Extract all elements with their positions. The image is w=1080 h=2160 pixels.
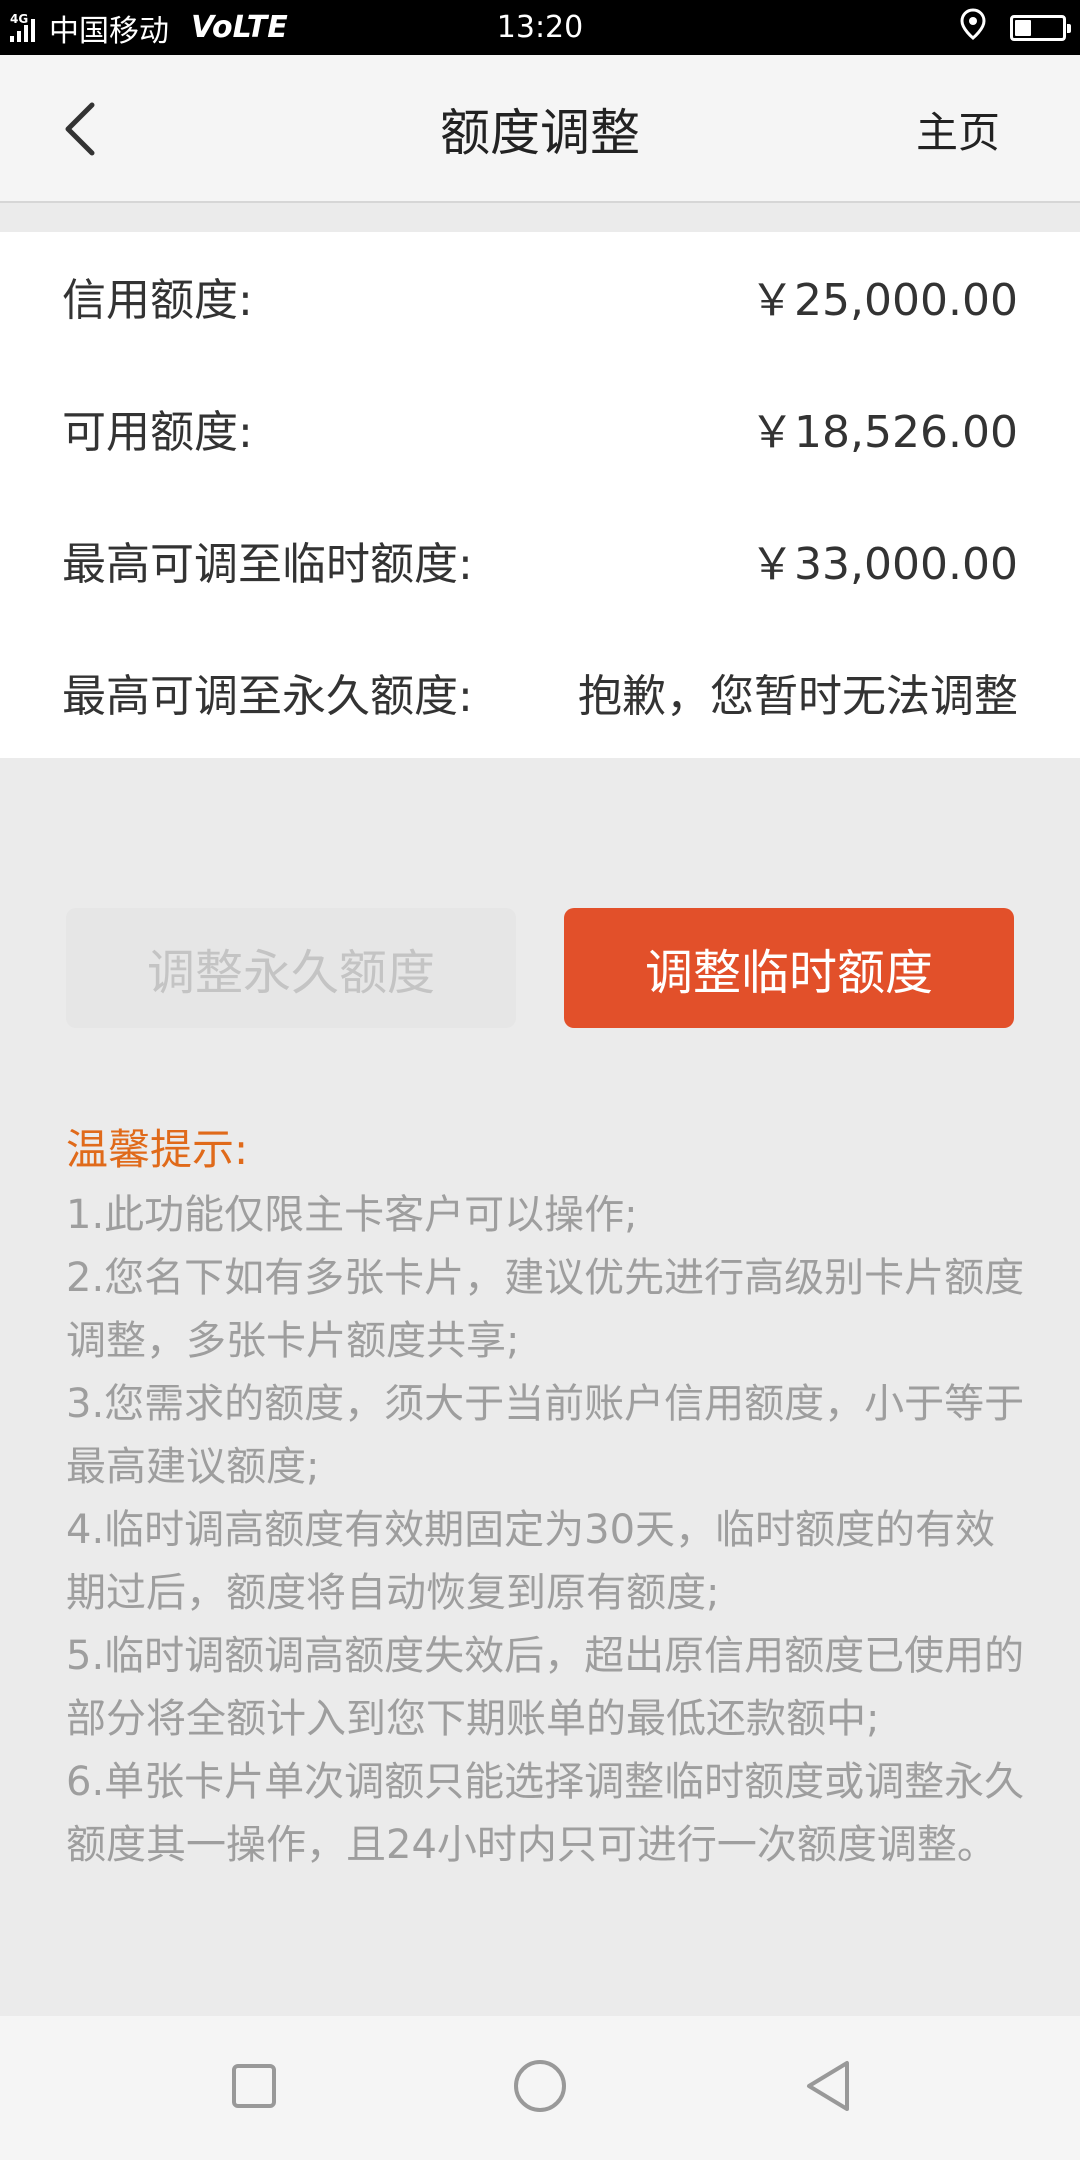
tips-section: 温馨提示: 1.此功能仅限主卡客户可以操作; 2.您名下如有多张卡片，建议优先进… <box>66 1120 1026 1877</box>
title-bar: 额度调整 主页 <box>0 55 1080 203</box>
max-temporary-limit-label: 最高可调至临时额度: <box>62 539 473 590</box>
back-triangle-icon <box>803 2059 853 2117</box>
available-limit-label: 可用额度: <box>62 407 253 458</box>
system-nav-bar <box>0 2016 1080 2160</box>
recent-apps-icon <box>230 2062 278 2114</box>
recent-apps-button[interactable] <box>214 2048 294 2128</box>
home-circle-icon <box>512 2058 568 2118</box>
tip-item: 4.临时调高额度有效期固定为30天，临时额度的有效期过后，额度将自动恢复到原有额… <box>66 1507 996 1616</box>
home-button[interactable]: 主页 <box>916 55 1000 203</box>
credit-limit-value: ￥25,000.00 <box>750 275 1018 326</box>
available-limit-row: 可用额度: ￥18,526.00 <box>62 398 1018 458</box>
credit-limit-row: 信用额度: ￥25,000.00 <box>62 266 1018 326</box>
home-nav-button[interactable] <box>500 2048 580 2128</box>
battery-icon <box>1010 14 1071 41</box>
tip-item: 5.临时调额调高额度失效后，超出原信用额度已使用的部分将全额计入到您下期账单的最… <box>66 1633 1025 1742</box>
tip-item: 3.您需求的额度，须大于当前账户信用额度，小于等于最高建议额度; <box>66 1381 1025 1490</box>
signal-icon: 4G <box>10 11 35 42</box>
tip-item: 6.单张卡片单次调额只能选择调整临时额度或调整永久额度其一操作，且24小时内只可… <box>66 1759 1025 1868</box>
credit-limit-label: 信用额度: <box>62 275 253 326</box>
tips-list: 1.此功能仅限主卡客户可以操作; 2.您名下如有多张卡片，建议优先进行高级别卡片… <box>66 1184 1026 1877</box>
carrier-name: 中国移动 <box>49 13 169 49</box>
available-limit-value: ￥18,526.00 <box>750 407 1018 458</box>
max-temporary-limit-row: 最高可调至临时额度: ￥33,000.00 <box>62 530 1018 590</box>
adjust-permanent-limit-button[interactable]: 调整永久额度 <box>66 908 516 1028</box>
max-temporary-limit-value: ￥33,000.00 <box>750 539 1018 590</box>
max-permanent-limit-value: 抱歉，您暂时无法调整 <box>578 671 1018 722</box>
credit-info-card: 信用额度: ￥25,000.00 可用额度: ￥18,526.00 最高可调至临… <box>0 232 1080 758</box>
max-permanent-limit-row: 最高可调至永久额度: 抱歉，您暂时无法调整 <box>62 662 1018 722</box>
volte-indicator: VoLTE <box>191 10 288 45</box>
back-nav-button[interactable] <box>788 2048 868 2128</box>
tips-title: 温馨提示: <box>66 1125 249 1174</box>
max-permanent-limit-label: 最高可调至永久额度: <box>62 671 473 722</box>
status-right <box>960 0 1071 55</box>
status-left: 4G 中国移动 VoLTE <box>10 0 288 55</box>
status-bar: 4G 中国移动 VoLTE 13:20 <box>0 0 1080 55</box>
location-icon <box>960 7 986 48</box>
adjust-temporary-limit-button[interactable]: 调整临时额度 <box>564 908 1014 1028</box>
tip-item: 2.您名下如有多张卡片，建议优先进行高级别卡片额度调整，多张卡片额度共享; <box>66 1255 1025 1364</box>
battery-fill <box>1015 19 1032 36</box>
tip-item: 1.此功能仅限主卡客户可以操作; <box>66 1192 638 1238</box>
network-type: 4G <box>10 11 29 26</box>
